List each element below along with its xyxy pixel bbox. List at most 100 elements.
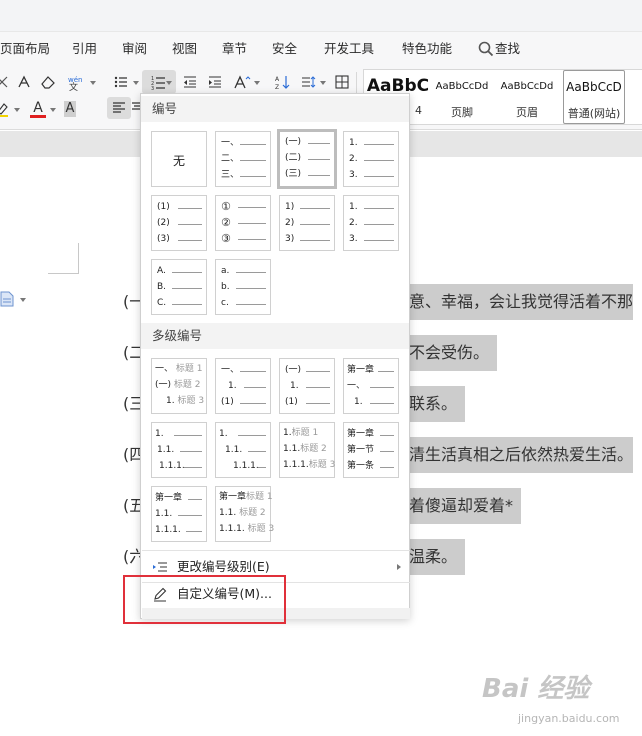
numbering-button[interactable]: 123 bbox=[142, 70, 176, 94]
multilevel-chinese-tile[interactable]: 一、 1. (1) bbox=[215, 358, 271, 414]
highlighted-text[interactable]: 不会受伤。 bbox=[400, 335, 498, 371]
search-icon[interactable] bbox=[477, 40, 495, 58]
bullet-caret-icon[interactable] bbox=[133, 81, 139, 85]
tile-marker: 2. bbox=[349, 154, 358, 164]
style-header[interactable]: AaBbCcDd 页眉 bbox=[494, 70, 560, 124]
highlight-pen-icon[interactable] bbox=[0, 98, 14, 120]
tile-marker: c. bbox=[221, 298, 229, 308]
tile-marker: 1. bbox=[290, 381, 299, 391]
highlight-caret-icon[interactable] bbox=[14, 108, 20, 112]
title-bar bbox=[0, 0, 642, 32]
multilevel-section-header: 多级编号 bbox=[141, 323, 409, 349]
multilevel-chapter-tile[interactable]: 第一章 一、 1. bbox=[343, 358, 399, 414]
style-normal-web[interactable]: AaBbCcD 普通(网站) bbox=[563, 70, 625, 124]
submenu-arrow-icon bbox=[397, 564, 401, 570]
style-footer[interactable]: AaBbCcDd 页脚 bbox=[430, 70, 494, 124]
tile-heading-label: 标题 2 bbox=[239, 508, 266, 518]
sort-icon[interactable]: AZ bbox=[270, 71, 294, 93]
style-sample: AaBbCcDd bbox=[435, 81, 489, 92]
font-color-caret-icon[interactable] bbox=[50, 108, 56, 112]
tile-marker: 第一章 bbox=[155, 493, 183, 503]
font-size-caret-icon[interactable] bbox=[254, 81, 260, 85]
numbering-chinese-dun-tile[interactable]: 一、 二、 三、 bbox=[215, 131, 271, 187]
menu-references[interactable]: 引用 bbox=[72, 32, 97, 66]
text-effect-icon[interactable] bbox=[12, 71, 36, 93]
multilevel-decimal-tile[interactable]: 1. 1.1. 1.1.1. bbox=[151, 422, 207, 478]
multilevel-heading-chinese-tile[interactable]: 一、 标题 1 (一) 标题 2 1. 标题 3 bbox=[151, 358, 207, 414]
phonetic-caret-icon[interactable] bbox=[90, 81, 96, 85]
tile-marker: 一、 bbox=[155, 364, 174, 374]
dropdown-divider bbox=[142, 550, 410, 551]
line-spacing-icon[interactable] bbox=[296, 71, 320, 93]
menu-page-layout[interactable]: 页面布局 bbox=[0, 32, 50, 66]
highlighted-text[interactable]: 清生活真相之后依然热爱生活。 bbox=[400, 437, 634, 473]
tile-marker: b. bbox=[221, 282, 230, 292]
tile-marker: 二、 bbox=[221, 154, 240, 164]
tile-marker: B. bbox=[157, 282, 167, 292]
numbering-upper-alpha-tile[interactable]: A. B. C. bbox=[151, 259, 207, 315]
increase-indent-icon[interactable] bbox=[203, 71, 227, 93]
tile-marker: 1.1. bbox=[155, 509, 173, 519]
numbering-paren-chinese-tile[interactable]: (一) (二) (三) bbox=[277, 129, 337, 189]
tile-marker: (二) bbox=[285, 153, 302, 163]
multilevel-decimal-indented-tile[interactable]: 1. 1.1. 1.1.1. bbox=[215, 422, 271, 478]
eraser-icon[interactable] bbox=[36, 71, 60, 93]
phonetic-guide-icon[interactable]: wén 文 bbox=[62, 71, 92, 93]
highlighted-text[interactable]: 着傻逼却爱着* bbox=[400, 488, 522, 524]
tile-marker: ② bbox=[221, 216, 231, 229]
numbering-paren-num-tile[interactable]: (1) (2) (3) bbox=[151, 195, 207, 251]
tile-heading-label: 标题 3 bbox=[247, 524, 275, 534]
line-spacing-caret-icon[interactable] bbox=[320, 81, 326, 85]
font-size-icon[interactable] bbox=[230, 71, 254, 93]
tile-marker: 1. bbox=[283, 428, 292, 438]
numbering-caret-icon[interactable] bbox=[166, 81, 172, 85]
align-left-button[interactable] bbox=[107, 97, 131, 119]
numbering-decimal-dot-alt-tile[interactable]: 1. 2. 3. bbox=[343, 195, 399, 251]
char-shading-button[interactable]: A bbox=[58, 98, 82, 120]
highlighted-text[interactable]: 意、幸福，会让我觉得活着不那 bbox=[400, 284, 634, 320]
tile-heading-label: 标题 1 bbox=[175, 364, 203, 374]
tile-heading-label: 标题 2 bbox=[300, 444, 327, 454]
multilevel-chapter-heading-tile[interactable]: 第一章标题 1 1.1. 标题 2 1.1.1. 标题 3 bbox=[215, 486, 274, 542]
numbering-level-icon bbox=[153, 562, 167, 572]
menu-search[interactable]: 查找 bbox=[495, 32, 520, 66]
tile-marker: 1.1. bbox=[219, 508, 237, 518]
style-sample: AaBbCcDd bbox=[500, 81, 554, 92]
multilevel-paren-chinese-tile[interactable]: (一) 1. (1) bbox=[279, 358, 335, 414]
font-color-button[interactable]: A bbox=[26, 98, 50, 120]
borders-icon[interactable] bbox=[330, 71, 354, 93]
tile-marker: 2. bbox=[349, 218, 358, 228]
multilevel-chapter-decimal-tile[interactable]: 第一章 1.1. 1.1.1. bbox=[151, 486, 207, 542]
menu-security[interactable]: 安全 bbox=[272, 32, 297, 66]
menu-view[interactable]: 视图 bbox=[172, 32, 197, 66]
numbering-dropdown: 编号 无 一、 二、 三、 (一) (二) (三) 1. 2. 3. (1) (… bbox=[140, 93, 410, 619]
tile-heading-label: 标题 3 bbox=[177, 396, 205, 406]
style-name: 页眉 bbox=[516, 106, 538, 119]
menu-review[interactable]: 审阅 bbox=[122, 32, 147, 66]
multilevel-chapter-section-tile[interactable]: 第一章 第一节 第一条 bbox=[343, 422, 399, 478]
tile-marker: 第一章 bbox=[347, 429, 375, 439]
svg-text:文: 文 bbox=[69, 81, 78, 91]
tile-marker: ① bbox=[221, 200, 231, 213]
tile-marker: 1.1. bbox=[225, 445, 243, 455]
svg-text:Z: Z bbox=[275, 84, 279, 90]
tile-heading-label: 标题 1 bbox=[291, 428, 319, 438]
tile-marker: 1. bbox=[349, 202, 358, 212]
menu-special-features[interactable]: 特色功能 bbox=[402, 32, 452, 66]
decrease-indent-icon[interactable] bbox=[178, 71, 202, 93]
tile-marker: 第一条 bbox=[347, 461, 375, 471]
numbering-circled-tile[interactable]: ① ② ③ bbox=[215, 195, 271, 251]
tile-marker: 2) bbox=[285, 218, 295, 228]
numbering-none-tile[interactable]: 无 bbox=[151, 131, 207, 187]
tile-marker: 1. bbox=[155, 429, 164, 439]
tile-marker: (1) bbox=[157, 202, 170, 212]
bullet-list-icon[interactable] bbox=[109, 71, 133, 93]
numbering-lower-alpha-tile[interactable]: a. b. c. bbox=[215, 259, 271, 315]
multilevel-decimal-heading-tile[interactable]: 1.标题 1 1.1.标题 2 1.1.1.标题 3 bbox=[279, 422, 335, 478]
annotation-highlight-box bbox=[123, 575, 286, 624]
menu-section[interactable]: 章节 bbox=[222, 32, 247, 66]
watermark-url: jingyan.baidu.com bbox=[518, 712, 620, 725]
numbering-decimal-dot-tile[interactable]: 1. 2. 3. bbox=[343, 131, 399, 187]
menu-developer-tools[interactable]: 开发工具 bbox=[324, 32, 374, 66]
numbering-num-paren-tile[interactable]: 1) 2) 3) bbox=[279, 195, 335, 251]
